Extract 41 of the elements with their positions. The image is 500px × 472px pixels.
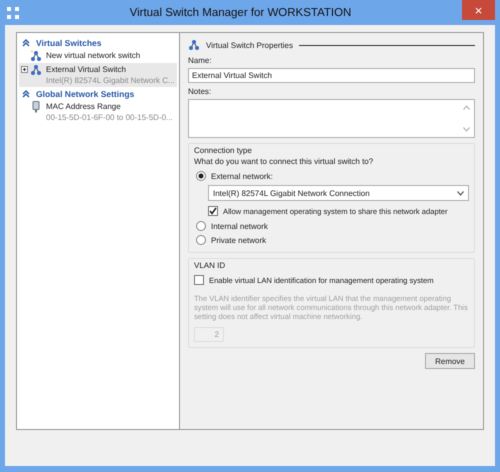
chevron-down-icon [457, 190, 464, 196]
section-heading: Global Network Settings [36, 88, 134, 98]
checkbox[interactable] [194, 275, 204, 285]
app-icon [7, 6, 19, 18]
group-title: VLAN ID [194, 261, 226, 272]
adapter-icon [30, 101, 42, 113]
network-icon [188, 39, 200, 51]
notes-field[interactable] [188, 99, 475, 138]
item-detail: Intel(R) 82574L Gigabit Network C... [46, 75, 175, 86]
scroll-up-icon[interactable] [463, 105, 470, 110]
field-label: Notes: [188, 87, 212, 98]
remove-button[interactable]: Remove [425, 353, 475, 369]
question-text: What do you want to connect this virtual switch to? [194, 157, 374, 168]
field-label: Name: [188, 56, 213, 67]
adapter-dropdown[interactable]: Intel(R) 82574L Gigabit Network Connection [208, 185, 469, 201]
collapse-icon[interactable] [22, 38, 30, 46]
sidebar-item[interactable]: MAC Address Range 00-15-5D-01-6F-00 to 00-15-5D-0... [19, 100, 177, 124]
scroll-down-icon[interactable] [463, 127, 470, 132]
radio-label[interactable]: Private network [211, 236, 266, 244]
collapse-icon[interactable] [22, 90, 30, 98]
close-button[interactable]: × [462, 0, 495, 20]
group-title: Connection type [194, 146, 253, 157]
item-label: MAC Address Range [46, 101, 122, 112]
window-title: Virtual Switch Manager for WORKSTATION [128, 6, 352, 18]
checkbox[interactable] [208, 206, 218, 216]
radio-label[interactable]: External network: [211, 172, 273, 180]
item-detail: 00-15-5D-01-6F-00 to 00-15-5D-0... [46, 112, 173, 123]
item-label: External Virtual Switch [46, 64, 127, 75]
section-heading: Virtual Switch Properties [206, 40, 293, 50]
section-heading: Virtual Switches [36, 38, 102, 48]
radio-button[interactable] [196, 171, 206, 181]
network-icon [30, 64, 42, 76]
name-field[interactable]: External Virtual Switch [188, 68, 475, 83]
item-label: New virtual network switch [46, 50, 140, 61]
sidebar-item[interactable]: New virtual network switch [19, 49, 177, 63]
radio-button[interactable] [196, 221, 206, 231]
radio-label[interactable]: Internal network [211, 222, 268, 230]
network-star-icon [30, 50, 42, 62]
sidebar-item[interactable]: External Virtual Switch Intel(R) 82574L Gigabit Network C... [19, 63, 177, 87]
radio-button[interactable] [196, 235, 206, 245]
expand-icon[interactable] [21, 66, 28, 73]
